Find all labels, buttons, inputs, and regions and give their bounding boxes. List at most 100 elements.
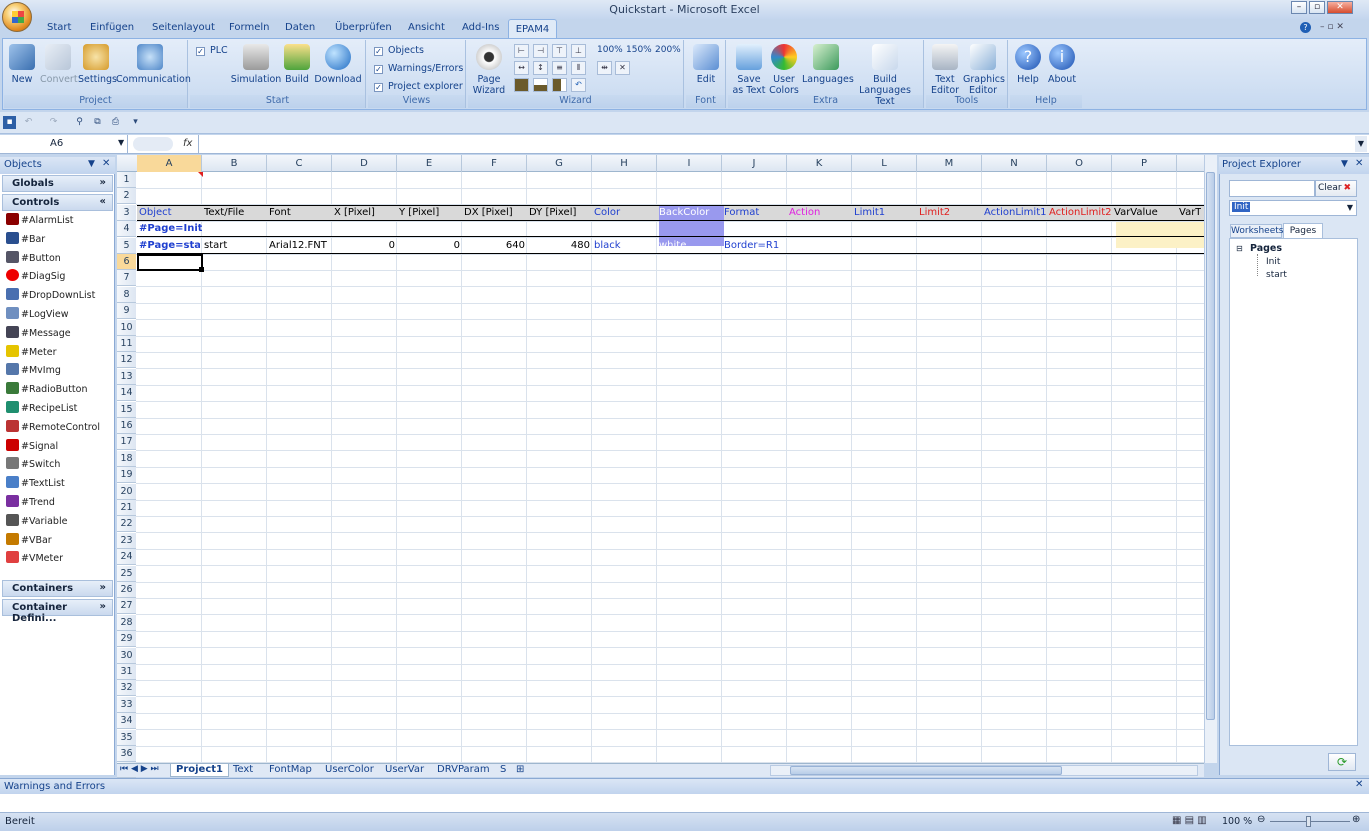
cell-b5[interactable]: start (202, 239, 265, 252)
grid-size-icon[interactable]: ⇹ (597, 61, 612, 75)
header-cell[interactable]: Text/File (202, 206, 267, 219)
font-edit-button[interactable]: Edit (688, 44, 724, 85)
header-cell[interactable]: Y [Pixel] (397, 206, 462, 219)
header-cell[interactable]: VarT (1177, 206, 1201, 219)
vertical-scroll-thumb[interactable] (1206, 172, 1215, 720)
control-item[interactable]: #VMeter (6, 550, 63, 568)
tab-add-ins[interactable]: Add-Ins (462, 22, 499, 33)
header-cell[interactable]: BackColor (657, 206, 722, 219)
row-header[interactable]: 18 (117, 450, 136, 467)
column-header[interactable]: N (982, 155, 1047, 172)
zoom-in-icon[interactable]: ⊕ (1352, 814, 1360, 825)
row-header[interactable]: 33 (117, 696, 136, 713)
row-header[interactable]: 1 (117, 172, 136, 188)
column-header[interactable]: A (137, 155, 202, 172)
pane-menu-icon[interactable]: ▼ (88, 159, 95, 169)
help-icon[interactable]: ? (1300, 22, 1311, 33)
clear-button[interactable]: Clear ✖ (1315, 180, 1357, 197)
warnings-close-icon[interactable]: ✕ (1355, 779, 1363, 790)
formula-expand-icon[interactable]: ▼ (1355, 136, 1367, 152)
column-header[interactable]: E (397, 155, 462, 172)
section-globals[interactable]: Globals» (2, 175, 113, 192)
tab-daten[interactable]: Daten (285, 22, 315, 33)
fill-half-icon[interactable] (533, 78, 548, 92)
sheet-tab[interactable]: UserColor (320, 764, 379, 777)
header-cell[interactable]: ActionLimit2 (1047, 206, 1112, 219)
control-item[interactable]: #RadioButton (6, 381, 87, 399)
distribute-h-icon[interactable]: ≡ (552, 61, 567, 75)
header-cell[interactable]: Limit2 (917, 206, 982, 219)
undo-wizard-icon[interactable]: ↶ (571, 78, 586, 92)
tab-ansicht[interactable]: Ansicht (408, 22, 445, 33)
tab-einfuegen[interactable]: Einfügen (90, 22, 134, 33)
sheet-tab[interactable]: DRVParam (432, 764, 495, 777)
row-header[interactable]: 9 (117, 303, 136, 320)
cell-e5[interactable]: 0 (397, 239, 460, 252)
fill-handle[interactable] (199, 267, 204, 272)
tree-collapse-icon[interactable]: ⊟ (1236, 244, 1243, 253)
settings-button[interactable]: Settings (78, 44, 117, 85)
build-button[interactable]: Build (283, 44, 311, 85)
find-icon[interactable]: ⚲ (73, 116, 86, 129)
sheet-tab[interactable]: FontMap (264, 764, 317, 777)
cell-c5[interactable]: Arial12.FNT (267, 239, 330, 252)
control-item[interactable]: #LogView (6, 306, 68, 324)
center-v-icon[interactable]: ↕ (533, 61, 548, 75)
control-item[interactable]: #RemoteControl (6, 419, 100, 437)
warnings-checkbox[interactable]: ✓ Warnings/Errors (374, 62, 463, 76)
sheet-tab[interactable]: UserVar (380, 764, 429, 777)
cell-d5[interactable]: 0 (332, 239, 395, 252)
minimize-button[interactable]: – (1291, 1, 1307, 14)
control-item[interactable]: #DiagSig (6, 268, 65, 286)
close-button[interactable]: ✕ (1327, 1, 1353, 14)
objects-checkbox[interactable]: ✓ Objects (374, 44, 424, 58)
header-cell[interactable]: Limit1 (852, 206, 917, 219)
header-cell[interactable]: VarValue (1112, 206, 1177, 219)
objects-pane-close-icon[interactable]: ✕ (102, 158, 110, 169)
header-cell[interactable]: Action (787, 206, 852, 219)
row-header[interactable]: 8 (117, 286, 136, 303)
control-item[interactable]: #RecipeList (6, 400, 77, 418)
languages-button[interactable]: Languages (802, 44, 854, 85)
cell-a4[interactable]: #Page=Init (137, 222, 202, 235)
name-box[interactable]: A6 (0, 135, 128, 153)
about-button[interactable]: i About (1046, 44, 1078, 85)
help-button[interactable]: ? Help (1012, 44, 1044, 85)
cell-f5[interactable]: 640 (462, 239, 525, 252)
column-header[interactable]: C (267, 155, 332, 172)
control-item[interactable]: #Meter (6, 344, 56, 362)
row-header[interactable]: 10 (117, 319, 136, 336)
header-cell[interactable]: Object (137, 206, 202, 219)
row-header[interactable]: 35 (117, 729, 136, 746)
row-header[interactable]: 17 (117, 434, 136, 451)
user-colors-button[interactable]: User Colors (768, 44, 800, 96)
section-containers[interactable]: Containers» (2, 580, 113, 597)
row-header[interactable]: 24 (117, 549, 136, 566)
column-header[interactable]: L (852, 155, 917, 172)
row-header[interactable]: 23 (117, 532, 136, 549)
control-item[interactable]: #MvImg (6, 362, 61, 380)
fx-icon[interactable]: fx (183, 138, 192, 149)
row-header[interactable]: 29 (117, 631, 136, 648)
row-header[interactable]: 19 (117, 467, 136, 484)
horizontal-scroll-thumb[interactable] (790, 766, 1062, 775)
column-header[interactable]: P (1112, 155, 1177, 172)
sheet-nav-icons[interactable]: ⏮ ◀ ▶ ⏭ (120, 764, 159, 774)
column-header[interactable]: M (917, 155, 982, 172)
row-header[interactable]: 26 (117, 582, 136, 598)
undo-icon[interactable]: ↶ (22, 116, 35, 129)
refresh-button[interactable]: ⟳ (1328, 753, 1356, 771)
control-item[interactable]: #VBar (6, 532, 52, 550)
row-header[interactable]: 5 (117, 237, 136, 254)
formula-expander[interactable] (133, 137, 173, 151)
tab-pages[interactable]: Pages (1283, 223, 1323, 239)
sheet-tab[interactable]: Project1 (170, 764, 230, 777)
sheet-tab[interactable]: S (495, 764, 511, 777)
align-top-icon[interactable]: ⊤ (552, 44, 567, 58)
row-header[interactable]: 3 (117, 204, 136, 221)
row-header[interactable]: 27 (117, 598, 136, 615)
row-header[interactable]: 20 (117, 483, 136, 500)
control-item[interactable]: #DropDownList (6, 287, 95, 305)
tab-start[interactable]: Start (47, 22, 71, 33)
row-header[interactable]: 32 (117, 680, 136, 697)
